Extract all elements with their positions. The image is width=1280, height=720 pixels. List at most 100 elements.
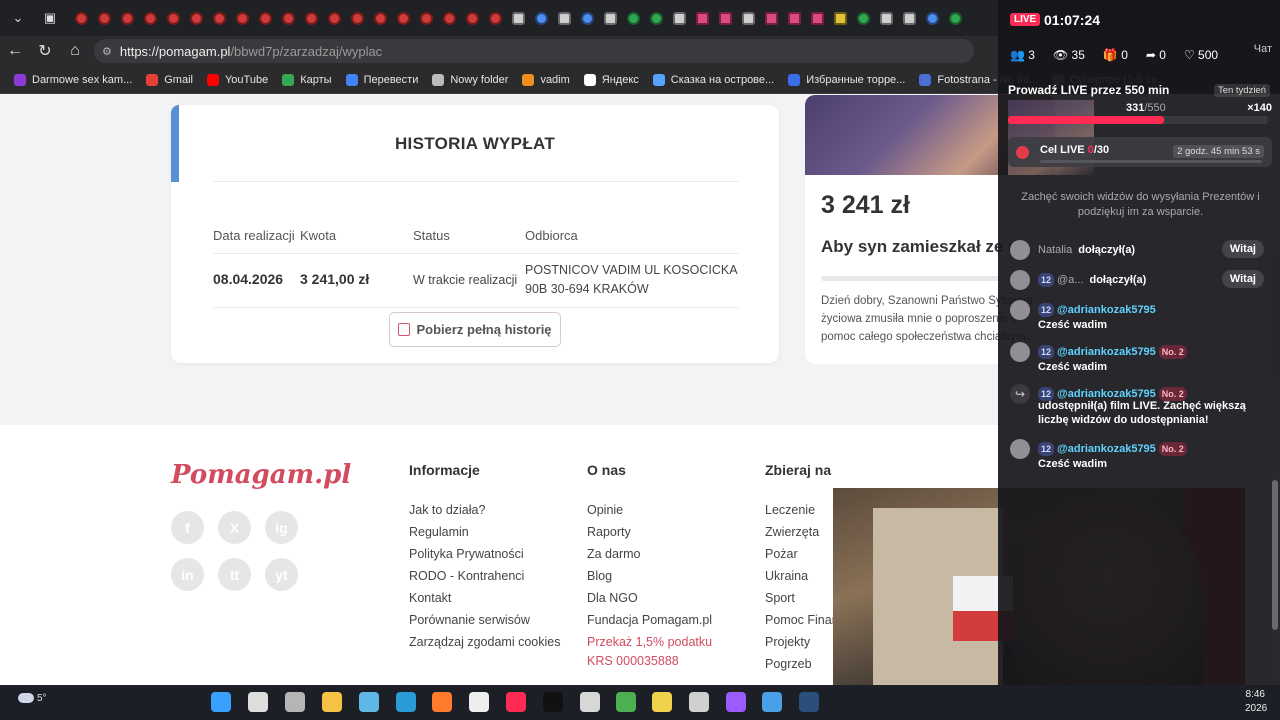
footer-link[interactable]: Zarządzaj zgodami cookies — [409, 635, 560, 649]
viewers-stat[interactable]: 👁 35 — [1053, 48, 1085, 62]
tab-favicon[interactable] — [834, 11, 847, 25]
footer-link[interactable]: Za darmo — [587, 547, 641, 561]
bookmark-translate[interactable]: Перевести — [345, 73, 418, 86]
welcome-button[interactable]: Witaj — [1221, 240, 1264, 258]
start-icon[interactable] — [211, 692, 231, 712]
tab-favicon[interactable] — [857, 11, 870, 25]
app-icon[interactable] — [469, 692, 489, 712]
app-icon[interactable] — [580, 692, 600, 712]
footer-link[interactable]: Regulamin — [409, 525, 469, 539]
firefox-icon[interactable] — [432, 692, 452, 712]
footer-link[interactable]: Kontakt — [409, 591, 451, 605]
tab-favicon[interactable] — [558, 11, 571, 25]
tab-favicon[interactable] — [650, 11, 663, 25]
tab-favicon[interactable] — [443, 11, 456, 25]
tab-favicon[interactable] — [926, 11, 939, 25]
tab-favicon[interactable] — [949, 11, 962, 25]
bookmark-vadim[interactable]: vadim — [522, 73, 570, 86]
tab-favicon[interactable] — [673, 11, 686, 25]
tax-donation-link[interactable]: Przekaż 1,5% podatku — [587, 635, 712, 649]
search-icon[interactable] — [248, 692, 268, 712]
gifts-stat[interactable]: 🎁 0 — [1103, 48, 1128, 62]
app-icon[interactable] — [762, 692, 782, 712]
tab-favicon[interactable] — [305, 11, 318, 25]
instagram-icon[interactable]: ig — [265, 511, 298, 544]
chat-tab[interactable]: Чат — [1254, 43, 1272, 55]
tab-favicon[interactable] — [397, 11, 410, 25]
footer-link[interactable]: Ukraina — [765, 569, 808, 583]
photos-icon[interactable] — [359, 692, 379, 712]
tab-favicon[interactable] — [535, 11, 548, 25]
youtube-icon[interactable]: yt — [265, 558, 298, 591]
bookmark-gmail[interactable]: Gmail — [146, 73, 193, 86]
bookmark-youtube[interactable]: YouTube — [206, 73, 268, 86]
tab-favicon[interactable] — [489, 11, 502, 25]
tab-favicon[interactable] — [167, 11, 180, 25]
edge-icon[interactable] — [396, 692, 416, 712]
app-r-icon[interactable] — [543, 692, 563, 712]
reload-icon[interactable]: ↻ — [30, 41, 60, 61]
footer-link[interactable]: Blog — [587, 569, 612, 583]
footer-link[interactable]: RODO - Kontrahenci — [409, 569, 524, 583]
site-info-icon[interactable]: ⚙ — [102, 45, 112, 58]
footer-link[interactable]: Pożar — [765, 547, 798, 561]
footer-link[interactable]: Projekty — [765, 635, 810, 649]
tab-favicon[interactable] — [604, 11, 617, 25]
footer-link[interactable]: Leczenie — [765, 503, 815, 517]
tab-favicon[interactable] — [880, 11, 893, 25]
live-goal-box[interactable]: Cel LIVE 0/30 2 godz. 45 min 53 s — [1008, 137, 1272, 167]
tab-list-chevron-icon[interactable]: ⌄ — [4, 4, 32, 32]
file-explorer-icon[interactable] — [322, 692, 342, 712]
footer-link[interactable]: Polityka Prywatności — [409, 547, 524, 561]
tab-favicon[interactable] — [788, 11, 801, 25]
tab-favicon[interactable] — [811, 11, 824, 25]
workspaces-icon[interactable]: ▣ — [36, 4, 64, 32]
tab-favicon[interactable] — [282, 11, 295, 25]
linkedin-icon[interactable]: in — [171, 558, 204, 591]
chat-username[interactable]: @adriankozak5795 — [1057, 443, 1156, 455]
tab-favicon[interactable] — [420, 11, 433, 25]
chat-username[interactable]: @a... — [1057, 274, 1083, 286]
footer-link[interactable]: Sport — [765, 591, 795, 605]
tab-favicon[interactable] — [903, 11, 916, 25]
bookmark-new-folder[interactable]: Nowy folder — [432, 73, 508, 86]
tab-favicon[interactable] — [696, 11, 709, 25]
followers-stat[interactable]: 👥 3 — [1010, 48, 1035, 62]
clock[interactable]: 8:46 2026 — [1245, 688, 1267, 716]
chat-username[interactable]: Natalia — [1038, 244, 1072, 256]
likes-stat[interactable]: ♡ 500 — [1184, 48, 1218, 62]
url-field[interactable]: ⚙ https://pomagam.pl/bbwd7p/zarzadzaj/wy… — [94, 39, 974, 63]
footer-link[interactable]: Porównanie serwisów — [409, 613, 530, 627]
tab-favicon[interactable] — [466, 11, 479, 25]
tab-favicon[interactable] — [144, 11, 157, 25]
facebook-icon[interactable]: f — [171, 511, 204, 544]
app-icon[interactable] — [689, 692, 709, 712]
tab-favicon[interactable] — [236, 11, 249, 25]
tab-favicon[interactable] — [75, 11, 88, 25]
footer-link[interactable]: Fundacja Pomagam.pl — [587, 613, 712, 627]
download-history-button[interactable]: Pobierz pełną historię — [389, 312, 561, 347]
footer-link[interactable]: Opinie — [587, 503, 623, 517]
bookmark-yandex[interactable]: Яндекс — [583, 73, 639, 86]
bookmark-sex-cams[interactable]: Darmowe sex kam... — [14, 73, 132, 86]
tab-favicon[interactable] — [742, 11, 755, 25]
tab-favicon[interactable] — [98, 11, 111, 25]
tab-favicon[interactable] — [213, 11, 226, 25]
app-icon[interactable] — [652, 692, 672, 712]
home-icon[interactable]: ⌂ — [60, 42, 90, 60]
tab-favicon[interactable] — [259, 11, 272, 25]
chat-scrollbar-thumb[interactable] — [1272, 480, 1278, 630]
chat-username[interactable]: @adriankozak5795 — [1057, 346, 1156, 358]
tab-favicon[interactable] — [121, 11, 134, 25]
tab-favicon[interactable] — [719, 11, 732, 25]
footer-link[interactable]: Pogrzeb — [765, 657, 812, 671]
shares-stat[interactable]: ➦ 0 — [1146, 48, 1166, 62]
campaign-title[interactable]: Aby syn zamieszkał ze m — [821, 237, 1023, 257]
chrome-icon[interactable] — [616, 692, 636, 712]
chat-username[interactable]: @adriankozak5795 — [1057, 304, 1156, 316]
tab-favicon[interactable] — [328, 11, 341, 25]
footer-link[interactable]: Pomoc Finan — [765, 613, 839, 627]
x-twitter-icon[interactable]: X — [218, 511, 251, 544]
tiktok-icon[interactable]: tt — [218, 558, 251, 591]
footer-link[interactable]: Dla NGO — [587, 591, 638, 605]
